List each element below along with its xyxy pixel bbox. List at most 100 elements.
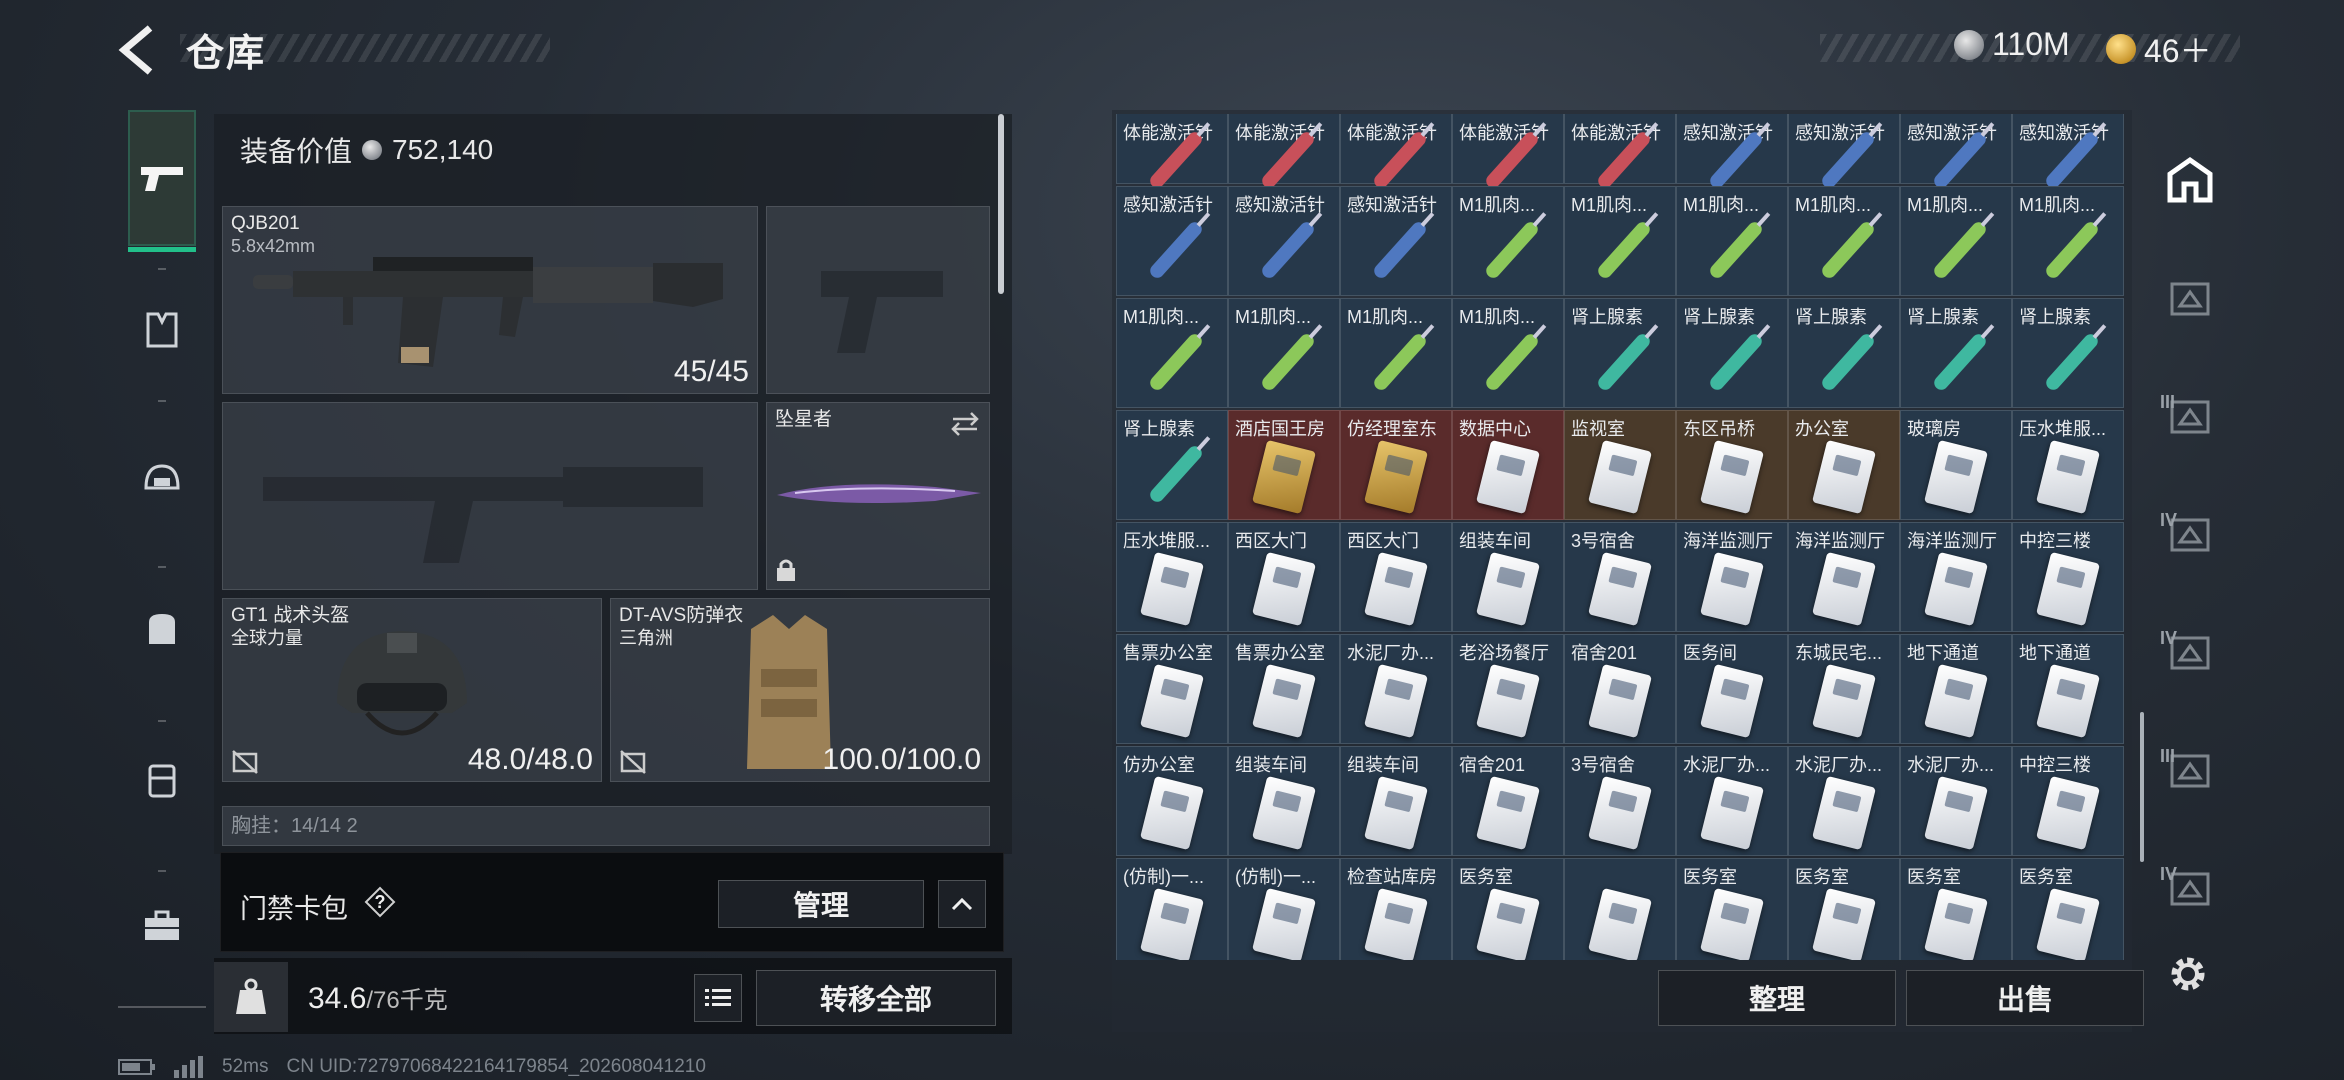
inventory-item[interactable]: 体能激活针3/5 [1452,114,1564,191]
inventory-item[interactable]: 医务室 [1676,858,1788,960]
inventory-item[interactable]: 玻璃房 [1900,410,2012,520]
inventory-item[interactable]: M1肌肉... [2012,186,2124,296]
inventory-item[interactable]: 感知激活针2/5 [1676,114,1788,191]
category-case[interactable] [128,886,196,966]
inventory-item[interactable]: M1肌肉... [1564,186,1676,296]
gear-icon[interactable] [2164,950,2212,998]
inventory-item[interactable]: 压水堆服... [2012,410,2124,520]
inventory-item[interactable]: 组装车间 [1340,746,1452,856]
inventory-item[interactable]: 数据中心 [1452,410,1564,520]
inventory-item[interactable]: 办公室 [1788,410,1900,520]
inventory-item[interactable]: 宿舍201 [1452,746,1564,856]
inventory-item[interactable]: 压水堆服... [1116,522,1228,632]
inventory-item[interactable]: 医务间 [1676,634,1788,744]
transfer-all-button[interactable]: 转移全部 [756,970,996,1026]
help-icon[interactable]: ? [364,886,396,918]
inventory-item[interactable]: 医务室 [2012,858,2124,960]
manage-button[interactable]: 管理 [718,880,924,928]
back-arrow-icon[interactable] [116,22,160,78]
inventory-item[interactable]: M1肌肉... [1228,298,1340,408]
inventory-item[interactable]: 医务室 [1900,858,2012,960]
inventory-item[interactable]: 中控三楼 [2012,522,2124,632]
inventory-item[interactable]: 水泥厂办... [1676,746,1788,856]
inventory-item[interactable]: 组装车间 [1228,746,1340,856]
category-backpack[interactable] [128,588,196,668]
inventory-item[interactable]: M1肌肉... [1340,298,1452,408]
inventory-item[interactable]: 感知激活针2/5 [1788,114,1900,191]
inventory-item[interactable]: 海洋监测厅 [1900,522,2012,632]
inventory-item[interactable]: 老浴场餐厅 [1452,634,1564,744]
inventory-item[interactable]: 仿经理室东 [1340,410,1452,520]
inventory-item[interactable]: 医务室 [1452,858,1564,960]
container-iii-icon[interactable]: III [2160,386,2220,446]
secondary-primary-slot[interactable] [222,402,758,590]
organize-button[interactable]: 整理 [1658,970,1896,1026]
inventory-item[interactable]: 地下通道 [2012,634,2124,744]
inventory-item[interactable]: 感知激活针 [1340,186,1452,296]
inventory-item[interactable]: 感知激活针13 [1900,114,2012,191]
inventory-item[interactable]: 组装车间 [1452,522,1564,632]
inventory-item[interactable]: 监视室 [1564,410,1676,520]
inventory-item[interactable]: 体能激活针4/5 [1228,114,1340,191]
silver-currency[interactable]: 110M [1954,26,2070,63]
inventory-item[interactable]: 检查站库房 [1340,858,1452,960]
inventory-item[interactable]: 肾上腺素 [1676,298,1788,408]
inventory-item[interactable]: M1肌肉... [1676,186,1788,296]
melee-slot[interactable]: 坠星者 [766,402,990,590]
inventory-item[interactable]: M1肌肉... [1788,186,1900,296]
inventory-item[interactable]: 海洋监测厅 [1788,522,1900,632]
inventory-item[interactable]: 售票办公室 [1228,634,1340,744]
inventory-item[interactable]: M1肌肉... [1452,298,1564,408]
inventory-item[interactable]: 肾上腺素 [2012,298,2124,408]
inventory-item[interactable]: 酒店国王房 [1228,410,1340,520]
inventory-item[interactable]: 3号宿舍 [1564,522,1676,632]
inventory-item[interactable]: 医务室 [1788,858,1900,960]
inventory-item[interactable]: 感知激活针 [1228,186,1340,296]
inventory-item[interactable]: 海洋监测厅 [1676,522,1788,632]
inventory-item[interactable]: M1肌肉... [1116,298,1228,408]
inventory-item[interactable]: 体能激活针3/5 [1564,114,1676,191]
inventory-item[interactable]: 售票办公室 [1116,634,1228,744]
armor-slot[interactable]: DT-AVS防弹衣 三角洲 100.0/100.0 [610,598,990,782]
home-icon[interactable] [2160,150,2220,210]
list-view-button[interactable] [694,974,742,1022]
equipment-scrollbar[interactable] [998,114,1004,294]
gold-currency[interactable]: 46＋ [2106,26,2212,72]
inventory-item[interactable]: 地下通道 [1900,634,2012,744]
inventory-item[interactable]: 西区大门 [1340,522,1452,632]
container-icon[interactable] [2160,268,2220,328]
swap-icon[interactable] [949,411,981,437]
secondary-weapon-slot[interactable] [766,206,990,394]
sell-button[interactable]: 出售 [1906,970,2144,1026]
inventory-item[interactable]: M1肌肉... [1900,186,2012,296]
collapse-button[interactable] [938,880,986,928]
inventory-item[interactable] [1564,858,1676,960]
container-iv-case-icon[interactable]: IV [2160,858,2220,918]
inventory-item[interactable]: 体能激活针4/5 [1116,114,1228,191]
inventory-item[interactable]: 东区吊桥 [1676,410,1788,520]
category-chest-rig[interactable] [128,740,196,820]
container-iv-medical-icon[interactable]: IV [2160,504,2220,564]
inventory-scrollbar[interactable] [2140,712,2144,862]
inventory-item[interactable]: 肾上腺素 [1564,298,1676,408]
inventory-item[interactable]: 西区大门 [1228,522,1340,632]
inventory-item[interactable]: 东城民宅... [1788,634,1900,744]
chest-rig-slot[interactable]: 胸挂：14/14 2 [222,806,990,846]
inventory-item[interactable]: 感知激活针 [1116,186,1228,296]
inventory-item[interactable]: (仿制)一... [1116,858,1228,960]
helmet-slot[interactable]: GT1 战术头盔 全球力量 48.0/48.0 [222,598,602,782]
inventory-item[interactable]: 仿办公室 [1116,746,1228,856]
inventory-item[interactable]: 3号宿舍 [1564,746,1676,856]
inventory-item[interactable]: 感知激活针36 [2012,114,2124,191]
inventory-item[interactable]: 水泥厂办... [1340,634,1452,744]
category-helmet[interactable] [128,440,196,520]
inventory-item[interactable]: 宿舍201 [1564,634,1676,744]
inventory-item[interactable]: 肾上腺素 [1900,298,2012,408]
inventory-item[interactable]: 肾上腺素 [1116,410,1228,520]
container-iii-box-icon[interactable]: III [2160,740,2220,800]
primary-weapon-slot[interactable]: QJB201 5.8x42mm 45/45 [222,206,758,394]
inventory-item[interactable]: 水泥厂办... [1900,746,2012,856]
inventory-item[interactable]: 体能激活针3/5 [1340,114,1452,191]
inventory-item[interactable]: 肾上腺素 [1788,298,1900,408]
inventory-item[interactable]: M1肌肉... [1452,186,1564,296]
